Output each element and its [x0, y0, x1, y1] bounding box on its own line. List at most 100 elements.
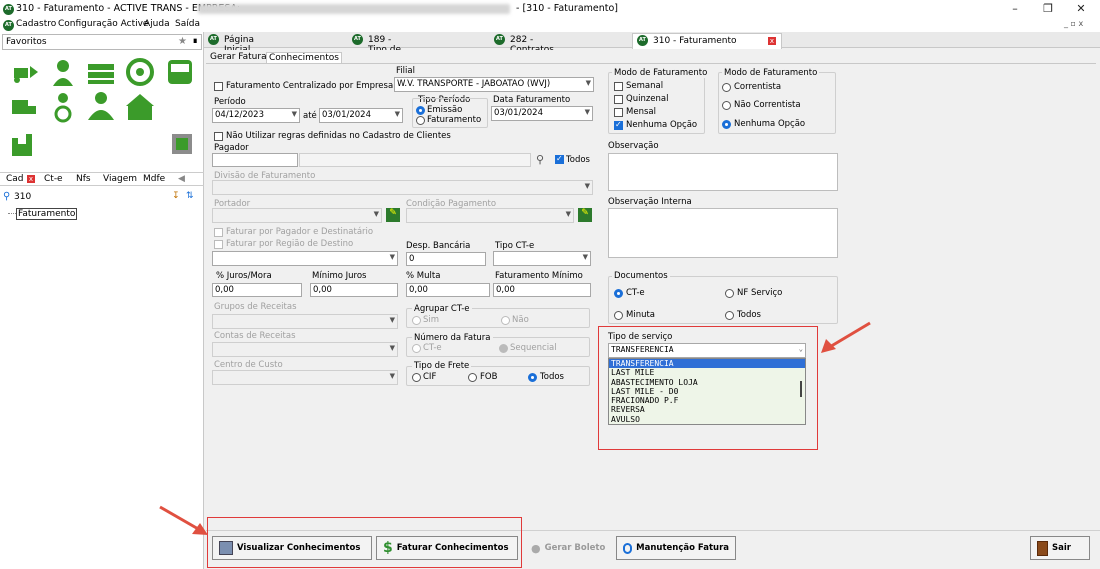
search-icon[interactable]: ⚲	[536, 153, 544, 166]
mdi-controls-icon[interactable]: _ ▫ x	[1064, 19, 1083, 28]
emissao-label: Emissão	[427, 105, 463, 115]
menu-ajuda[interactable]: Ajuda	[144, 19, 170, 29]
frete-cif-radio[interactable]	[412, 373, 421, 382]
semanal-checkbox[interactable]	[614, 82, 623, 91]
regiao-select[interactable]: ▼	[212, 251, 398, 266]
todos-checkbox[interactable]	[555, 154, 564, 164]
quinzenal-checkbox[interactable]	[614, 95, 623, 104]
periodo-de-input[interactable]: 04/12/2023 ▼	[212, 108, 300, 123]
subtab-conhecimentos[interactable]: Conhecimentos	[266, 52, 342, 63]
module-icons[interactable]	[8, 58, 198, 168]
doc-todos-radio[interactable]	[725, 311, 734, 320]
search-value[interactable]: 310	[14, 192, 31, 202]
close-tab-icon[interactable]: x	[768, 37, 776, 45]
fat-centralizado-checkbox[interactable]	[214, 82, 223, 91]
edit-portador-icon[interactable]: ✎	[386, 208, 400, 222]
modo1-label: Modo de Faturamento	[612, 68, 710, 78]
tipo-cte-select[interactable]: ▼	[493, 251, 591, 266]
sidebar-tab-nfs[interactable]: Nfs	[76, 174, 91, 184]
gerar-boleto-label: Gerar Boleto	[544, 543, 606, 553]
agrupar-nao-radio[interactable]	[501, 316, 510, 325]
favorites-bar[interactable]: Favoritos ★ ∎	[2, 34, 202, 50]
multa-input[interactable]	[406, 283, 490, 297]
fat-regiao-checkbox[interactable]	[214, 240, 223, 249]
faturamento-radio[interactable]	[416, 116, 425, 125]
star-icon[interactable]: ★	[178, 36, 187, 47]
desp-bancaria-input[interactable]	[406, 252, 486, 266]
periodo-ate-input[interactable]: 03/01/2024 ▼	[319, 108, 403, 123]
condicao-select[interactable]: ▼	[406, 208, 574, 223]
menu-configuracao[interactable]: Configuração Active	[58, 19, 148, 29]
sort-icon[interactable]: ↧	[172, 191, 180, 201]
tab-icon: AT	[494, 34, 505, 45]
doc-todos-label: Todos	[737, 310, 761, 320]
sidebar-tab-cte[interactable]: Ct-e	[44, 174, 63, 184]
edit-condicao-icon[interactable]: ✎	[578, 208, 592, 222]
desp-bancaria-label: Desp. Bancária	[406, 241, 471, 251]
chevron-down-icon: ▼	[389, 372, 395, 380]
title-bar: AT 310 - Faturamento - ACTIVE TRANS - EM…	[0, 0, 1100, 18]
portador-select[interactable]: ▼	[212, 208, 382, 223]
fat-pagador-dest-checkbox[interactable]	[214, 228, 223, 237]
filial-value: W.V. TRANSPORTE - JABOATAO (WVJ)	[397, 79, 551, 89]
people-icon: ●	[531, 541, 541, 555]
gerar-boleto-button[interactable]: ● Gerar Boleto	[524, 536, 612, 560]
nao-utilizar-checkbox[interactable]	[214, 132, 223, 141]
nenhuma-opcao-checkbox[interactable]	[614, 120, 623, 130]
grupos-select[interactable]: ▼	[212, 314, 398, 329]
sidebar: Favoritos ★ ∎ Cad x Ct-e Nfs Viagem Mdfe…	[0, 32, 204, 569]
divisao-select[interactable]: ▼	[212, 180, 593, 195]
data-fat-input[interactable]: 03/01/2024 ▼	[491, 106, 593, 121]
doc-minuta-radio[interactable]	[614, 311, 623, 320]
obs-interna-textarea[interactable]	[608, 208, 838, 258]
filial-select[interactable]: W.V. TRANSPORTE - JABOATAO (WVJ) ▼	[394, 77, 594, 92]
sair-button[interactable]: Sair	[1030, 536, 1090, 560]
fat-minimo-input[interactable]	[493, 283, 591, 297]
tree-item-faturamento[interactable]: Faturamento	[16, 208, 78, 220]
mensal-label: Mensal	[626, 107, 656, 117]
juros-input[interactable]	[212, 283, 302, 297]
subtab-gerar-fatura[interactable]: Gerar Fatura	[210, 52, 267, 62]
manutencao-fatura-button[interactable]: Manutenção Fatura	[616, 536, 736, 560]
pagador-name-input[interactable]	[299, 153, 531, 167]
contas-select[interactable]: ▼	[212, 342, 398, 357]
minimize-icon[interactable]: –	[1004, 1, 1026, 17]
frete-fob-radio[interactable]	[468, 373, 477, 382]
agrupar-nao-label: Não	[512, 315, 529, 325]
trucks-icon	[88, 64, 114, 84]
sidebar-tabs: Cad x Ct-e Nfs Viagem Mdfe ◀	[0, 172, 204, 186]
menu-cadastro[interactable]: Cadastro	[16, 19, 56, 29]
pin-icon[interactable]: ∎	[192, 36, 198, 46]
tab-faturamento[interactable]: AT 310 - Faturamento x	[632, 33, 782, 49]
agrupar-sim-radio[interactable]	[412, 316, 421, 325]
sidebar-tab-mdfe[interactable]: Mdfe	[143, 174, 165, 184]
fat-pagador-dest-label: Faturar por Pagador e Destinatário	[226, 227, 374, 237]
mensal-checkbox[interactable]	[614, 108, 623, 117]
centro-select[interactable]: ▼	[212, 370, 398, 385]
observacao-textarea[interactable]	[608, 153, 838, 191]
restore-icon[interactable]: ❐	[1037, 1, 1059, 17]
pagador-code-input[interactable]	[212, 153, 298, 167]
nenhuma-opcao-radio[interactable]	[722, 120, 731, 129]
numero-sequencial-radio[interactable]	[499, 344, 508, 353]
doc-cte-radio[interactable]	[614, 289, 623, 298]
correntista-radio[interactable]	[722, 83, 731, 92]
close-icon[interactable]: ✕	[1070, 1, 1092, 17]
numero-cte-radio[interactable]	[412, 344, 421, 353]
sidebar-tab-viagem[interactable]: Viagem	[103, 174, 137, 184]
nao-correntista-radio[interactable]	[722, 101, 731, 110]
close-tab-icon[interactable]: x	[27, 175, 35, 183]
min-juros-input[interactable]	[310, 283, 398, 297]
frete-todos-radio[interactable]	[528, 373, 537, 382]
menu-app-icon: AT	[3, 20, 14, 31]
scroll-left-icon[interactable]: ◀	[178, 174, 185, 184]
chevron-down-icon: ▼	[585, 79, 591, 87]
chevron-down-icon: ▼	[373, 210, 379, 218]
doc-nfservico-radio[interactable]	[725, 289, 734, 298]
sort-order-icon[interactable]: ⇅	[186, 191, 194, 201]
door-icon	[1037, 540, 1048, 556]
min-juros-label: Mínimo Juros	[312, 271, 367, 281]
sidebar-tab-cad[interactable]: Cad	[6, 174, 24, 184]
emissao-radio[interactable]	[416, 106, 425, 115]
menu-saida[interactable]: Saída	[175, 19, 200, 29]
